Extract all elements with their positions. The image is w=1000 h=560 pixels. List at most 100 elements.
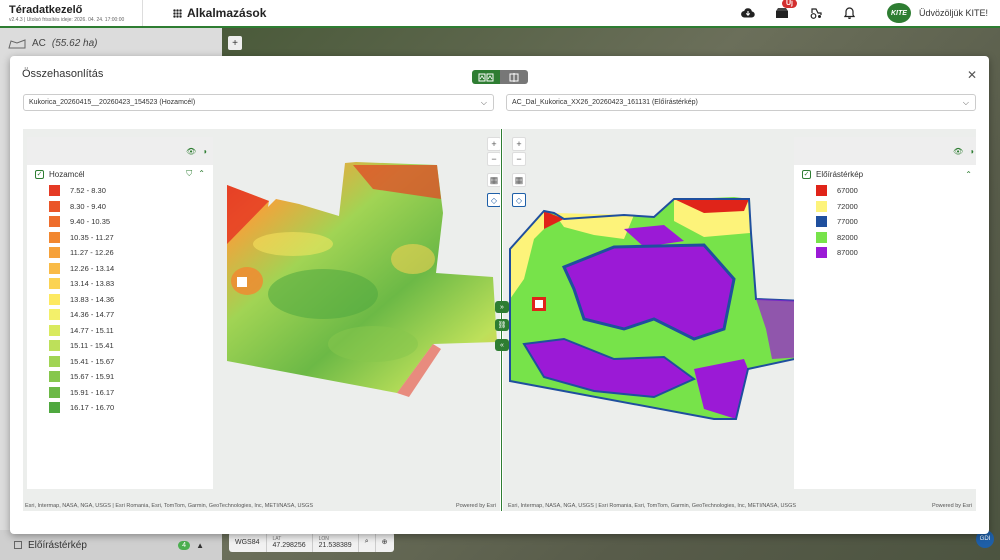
right-powered-by: Powered by Esri [931,503,972,509]
left-attribution: Esri, Intermap, NASA, NGA, USGS | Esri R… [25,503,314,509]
brand-title: Téradatkezelő [9,3,83,16]
legend-filter-icon[interactable]: ⛉ [186,169,192,179]
legend-item: 12.26 - 13.14 [27,261,213,277]
coordinate-bar: WGS84 LAT 47.298256 LON 21.538389 ⌕ ⊕ [229,532,394,552]
left-map[interactable]: + − ▦ ◇ Esri, Intermap, NASA, NGA, USGS … [23,129,500,511]
legend-label: 7.52 - 8.30 [70,186,106,196]
left-zoom-in-button[interactable]: + [487,137,500,151]
apps-grid-icon [173,8,182,18]
brand[interactable]: Téradatkezelő v2.4.3 | Utolsó frissítés … [0,0,143,26]
legend-label: 15.41 - 15.67 [70,356,115,366]
legend-item: 13.83 - 14.36 [27,292,213,308]
swipe-mode-button[interactable] [500,70,528,84]
legend-label: 12.26 - 13.14 [70,263,115,273]
dialog-title: Összehasonlítás [22,68,104,80]
legend-label: 15.91 - 16.17 [70,387,115,397]
legend-item: 11.27 - 12.26 [27,245,213,261]
legend-swatch [816,247,827,259]
side-by-side-mode-button[interactable] [472,70,500,84]
coord-search-icon[interactable]: ⌕ [359,532,376,552]
legend-label: 8.30 - 9.40 [70,201,106,211]
color-palette-icon[interactable]: ◑ [202,147,207,156]
side-by-side-icon [478,73,494,81]
locate-icon[interactable]: ⊕ [376,532,394,552]
legend-swatch [49,340,60,352]
legend-label: 9.40 - 10.35 [70,217,111,227]
legend-label: 16.17 - 16.70 [70,403,115,413]
field-area: (55.62 ha) [51,38,98,49]
kite-logo: KITE [886,3,911,23]
right-layers-icon[interactable]: ◇ [512,193,526,207]
right-legend-checkbox[interactable]: ✓ [802,169,811,179]
background-field-row[interactable]: AC (55.62 ha) [8,38,98,49]
chevron-down-icon: ⌵ [962,98,969,107]
legend-swatch [49,278,60,290]
visibility-eye-icon[interactable]: 👁 [953,147,963,156]
welcome-text: Üdvözöljük KITE! [918,8,988,18]
legend-swatch [49,247,60,259]
brand-subtitle: v2.4.3 | Utolsó frissítés ideje: 2026. 0… [9,16,125,23]
chevron-up-icon[interactable]: ▲ [196,541,204,550]
lon-value: 21.538389 [318,541,352,549]
close-icon[interactable]: ✕ [967,68,977,82]
legend-swatch [49,386,60,398]
background-layer-row[interactable]: Előírástérkép 4 ▲ [0,530,222,560]
legend-item: 16.17 - 16.70 [27,400,213,416]
legend-swatch [49,262,60,274]
cloud-download-icon[interactable] [741,6,755,20]
legend-item: 9.40 - 10.35 [27,214,213,230]
legend-item: 14.77 - 15.11 [27,323,213,339]
legend-label: 15.11 - 15.41 [70,341,114,351]
left-powered-by: Powered by Esri [455,503,496,509]
swipe-icon [509,72,519,82]
legend-swatch [816,231,827,243]
legend-item: 72000 [794,199,976,215]
legend-label: 82000 [837,232,858,242]
chevron-down-icon: ⌵ [480,98,487,107]
legend-swatch [49,216,60,228]
legend-swatch [816,185,827,197]
background-zoom-in-button[interactable]: + [228,36,242,50]
layer-checkbox[interactable] [14,541,22,549]
legend-item: 14.36 - 14.77 [27,307,213,323]
visibility-eye-icon[interactable]: 👁 [186,147,196,156]
left-select-value: Kukorica_20260415__20260423_154523 (Hoza… [29,99,196,106]
right-select-value: AC_Dal_Kukorica_XX26_20260423_161131 (El… [512,99,698,106]
apps-menu-button[interactable]: Alkalmazások [173,6,266,20]
left-grid-view-icon[interactable]: ▦ [487,173,500,187]
left-layer-select[interactable]: Kukorica_20260415__20260423_154523 (Hoza… [23,94,494,111]
legend-item: 82000 [794,230,976,246]
compare-area: + − ▦ ◇ Esri, Intermap, NASA, NGA, USGS … [23,129,976,511]
layer-label: Előírástérkép [28,539,87,551]
right-map[interactable]: + − ▦ ◇ Esri, Intermap, NASA, NGA, USGS … [504,129,976,511]
legend-label: 67000 [837,186,858,196]
left-zoom-out-button[interactable]: − [487,152,500,166]
right-grid-view-icon[interactable]: ▦ [512,173,526,187]
left-legend-panel: 👁 ◑ ✓ Hozamcél ⛉ ⌃ 7.52 - 8.30 8.30 - 9.4… [27,137,213,489]
tractor-icon[interactable] [809,6,823,20]
new-badge: Új [781,0,797,8]
left-layers-icon[interactable]: ◇ [487,193,500,207]
coord-system[interactable]: WGS84 [229,532,267,552]
right-zoom-in-button[interactable]: + [512,137,526,151]
right-zoom-out-button[interactable]: − [512,152,526,166]
chevron-up-icon[interactable]: ⌃ [198,169,205,179]
top-bar: Téradatkezelő v2.4.3 | Utolsó frissítés … [0,0,1000,28]
legend-item: 15.11 - 15.41 [27,338,213,354]
right-layer-select[interactable]: AC_Dal_Kukorica_XX26_20260423_161131 (El… [506,94,976,111]
legend-swatch [816,200,827,212]
layer-count-badge: 4 [178,540,191,550]
legend-swatch [816,216,827,228]
legend-label: 14.77 - 15.11 [70,325,114,335]
legend-item: 15.91 - 16.17 [27,385,213,401]
legend-swatch [49,185,60,197]
left-legend-checkbox[interactable]: ✓ [35,169,44,179]
right-attribution: Esri, Intermap, NASA, NGA, USGS | Esri R… [508,503,797,509]
legend-label: 87000 [837,248,858,258]
right-legend-panel: 👁 ◑ ✓ Előírástérkép ⌃ 67000 72000 77000 820… [794,137,976,489]
notification-inbox-button[interactable]: Új [775,0,797,20]
color-palette-icon[interactable]: ◑ [969,147,974,156]
chevron-up-icon[interactable]: ⌃ [965,170,972,179]
bell-icon[interactable] [843,6,857,20]
legend-label: 11.27 - 12.26 [70,248,114,258]
